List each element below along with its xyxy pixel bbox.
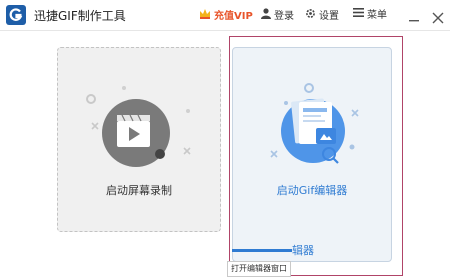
- user-icon: [261, 8, 271, 24]
- gif-editor-card[interactable]: 启动Gif编辑器: [232, 47, 392, 262]
- gif-editor-label: 启动Gif编辑器: [276, 184, 348, 197]
- close-button[interactable]: [432, 9, 444, 24]
- vip-button[interactable]: 充值VIP: [199, 8, 253, 22]
- menu-label: 菜单: [367, 10, 387, 21]
- partial-editor-label: 辑器: [292, 244, 314, 257]
- settings-label: 设置: [319, 11, 339, 22]
- screen-record-label: 启动屏幕录制: [106, 184, 172, 197]
- login-label: 登录: [274, 11, 294, 22]
- tooltip: 打开编辑器窗口: [227, 261, 291, 277]
- crown-icon: [199, 8, 211, 24]
- close-icon: [432, 12, 444, 24]
- minimize-button[interactable]: [409, 10, 419, 22]
- title-bar: 迅捷GIF制作工具 充值VIP 登录 设置 菜单: [0, 0, 450, 31]
- hover-progress-bar: [232, 249, 292, 252]
- minimize-icon: [409, 20, 419, 22]
- gear-icon: [305, 8, 316, 24]
- image-editor-icon: [270, 83, 359, 164]
- video-camera-icon: [86, 86, 191, 167]
- login-button[interactable]: 登录: [261, 8, 294, 22]
- vip-label: 充值VIP: [214, 11, 253, 22]
- hamburger-icon: [353, 8, 364, 22]
- app-title: 迅捷GIF制作工具: [34, 9, 126, 23]
- screen-record-card[interactable]: 启动屏幕录制: [57, 47, 221, 232]
- menu-button[interactable]: 菜单: [353, 8, 387, 22]
- app-logo-icon: [6, 5, 26, 25]
- settings-button[interactable]: 设置: [305, 8, 339, 22]
